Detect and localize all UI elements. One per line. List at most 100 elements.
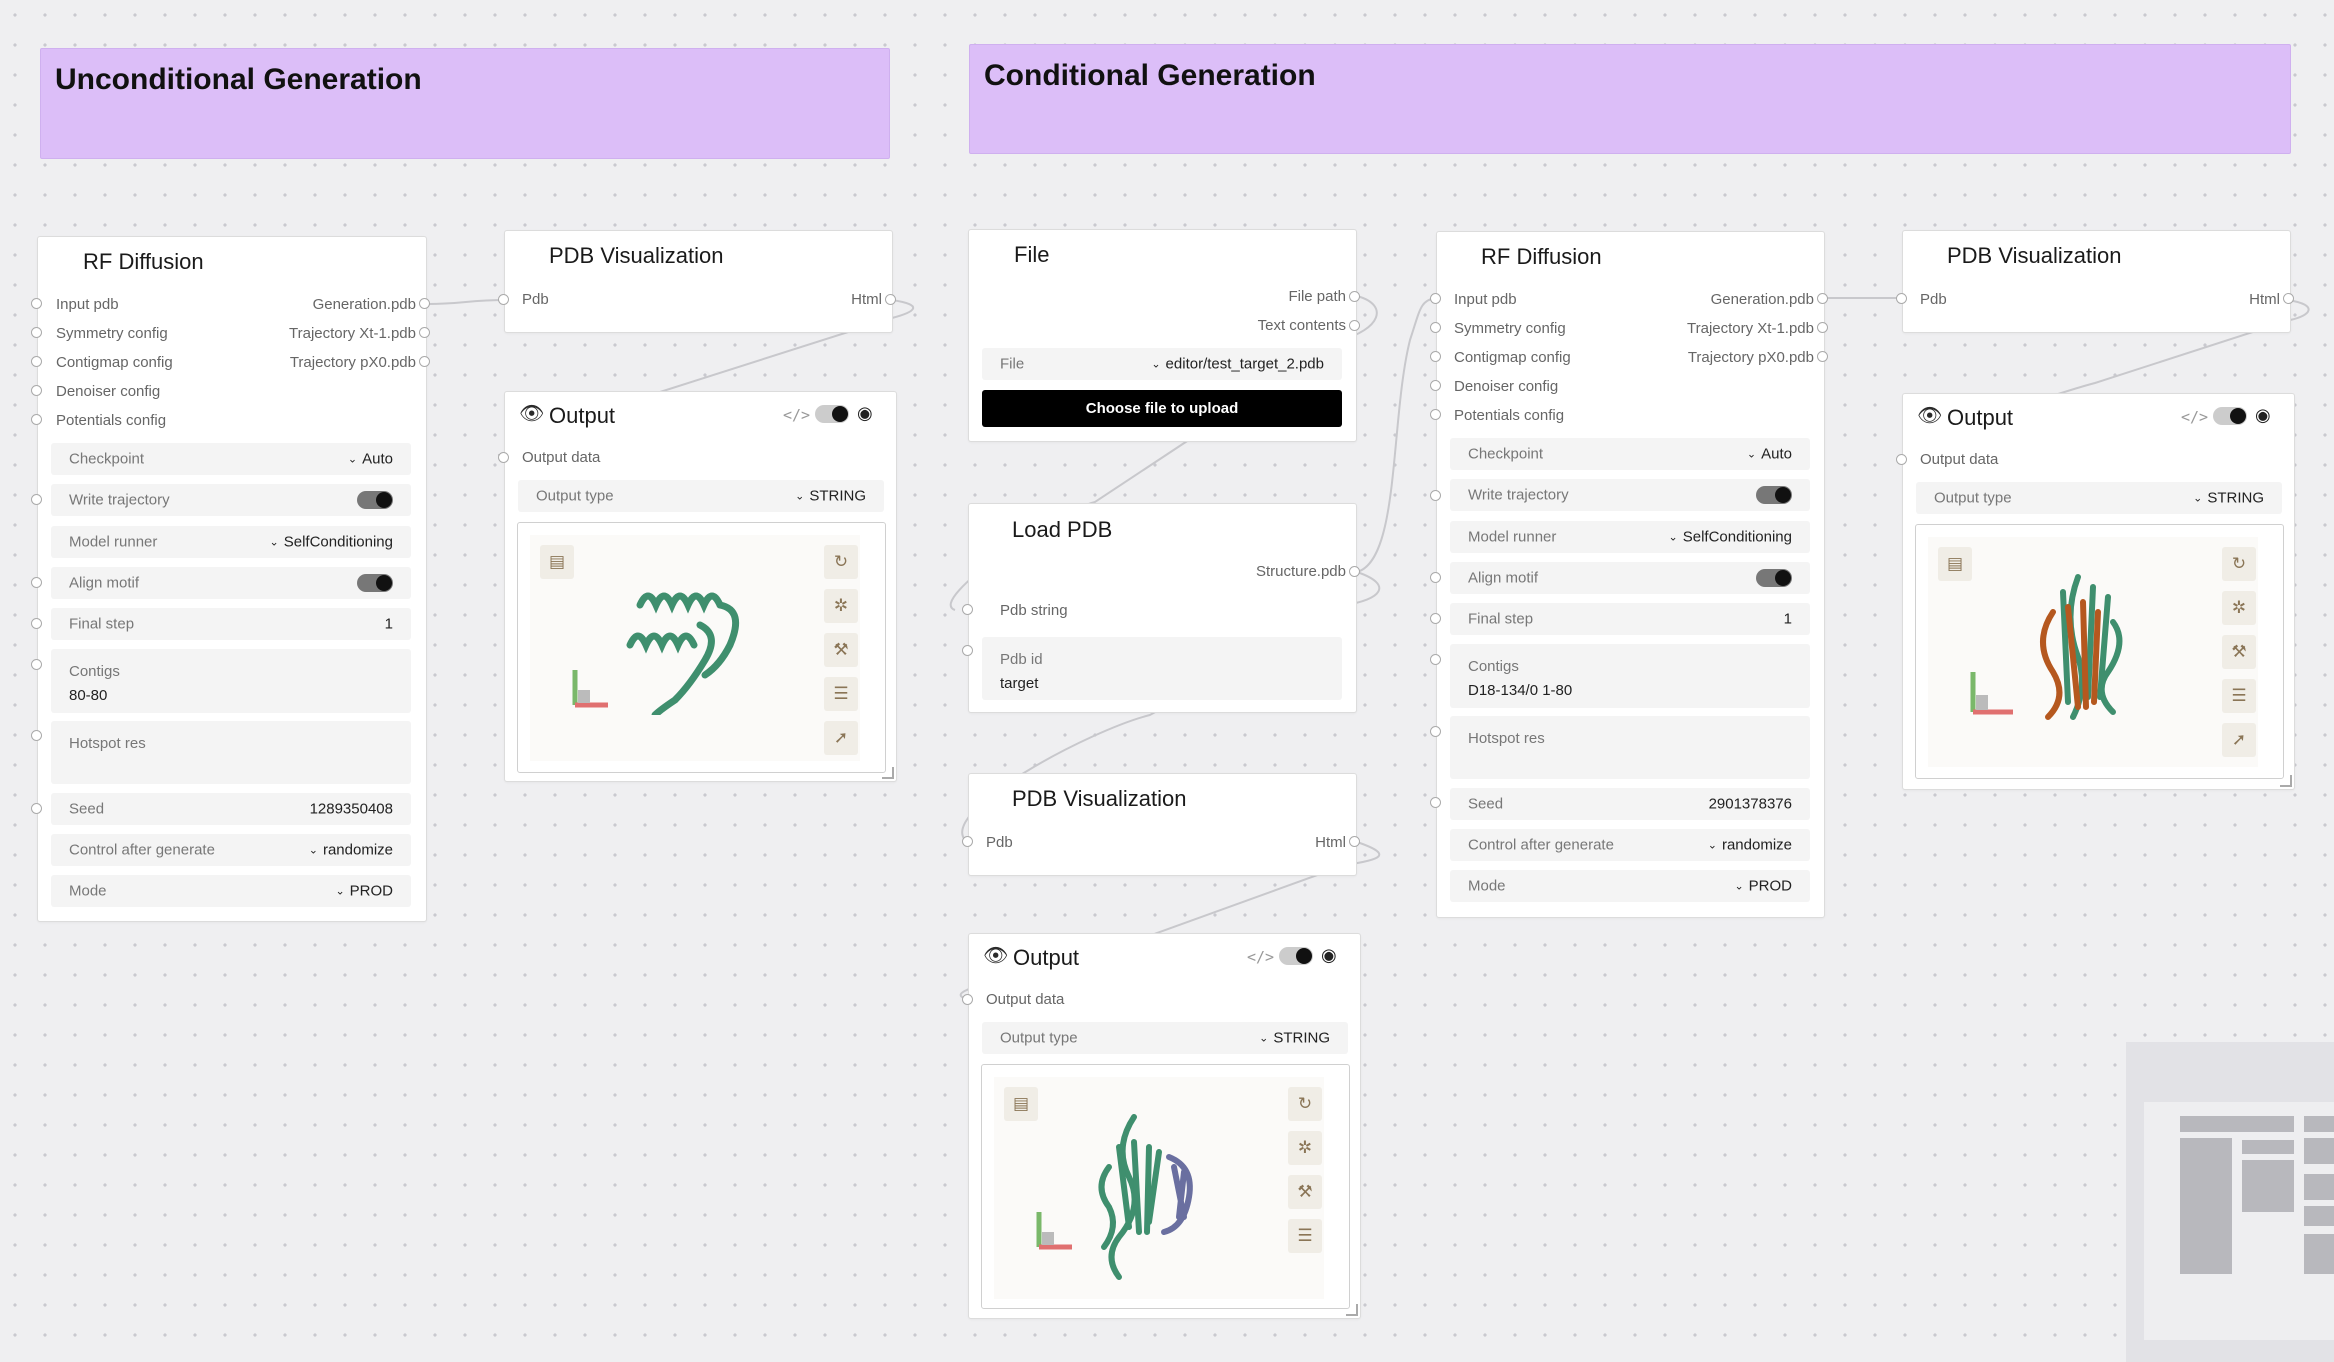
eye-icon[interactable]: ◉ [2255, 405, 2271, 426]
output-port[interactable] [1817, 322, 1828, 333]
input-port[interactable] [31, 494, 42, 505]
align-motif-toggle[interactable]: Align motif [1450, 562, 1810, 594]
molecule-viewer[interactable]: ▤ ↻ ✲ ⚒ ☰ ➚ [1915, 524, 2284, 779]
hotspot-res-input[interactable]: Hotspot res [51, 721, 411, 784]
output-node[interactable]: 👁 Output </> ◉ Output data Output type ⌄… [504, 391, 897, 782]
output-type-select[interactable]: Output type ⌄ STRING [518, 480, 884, 512]
pdb-visualization-node[interactable]: PDB Visualization Pdb Html [968, 773, 1357, 876]
input-port[interactable] [1430, 351, 1441, 362]
wrench-icon[interactable]: ⚒ [2222, 635, 2256, 669]
output-port[interactable] [419, 298, 430, 309]
refresh-icon[interactable]: ↻ [824, 545, 858, 579]
refresh-icon[interactable]: ↻ [1288, 1087, 1322, 1121]
group-conditional[interactable]: Conditional Generation [969, 44, 2291, 154]
code-icon[interactable]: </> [2181, 408, 2208, 426]
screenshot-icon[interactable]: ▤ [1938, 547, 1972, 581]
input-port[interactable] [1430, 490, 1441, 501]
input-port[interactable] [31, 730, 42, 741]
resize-handle[interactable] [882, 767, 894, 779]
output-port[interactable] [1349, 836, 1360, 847]
write-trajectory-toggle[interactable]: Write trajectory [51, 484, 411, 516]
input-port[interactable] [1430, 322, 1441, 333]
output-port[interactable] [419, 327, 430, 338]
sliders-icon[interactable]: ☰ [1288, 1219, 1322, 1253]
write-trajectory-toggle[interactable]: Write trajectory [1450, 479, 1810, 511]
resize-handle[interactable] [2280, 775, 2292, 787]
sliders-icon[interactable]: ☰ [2222, 679, 2256, 713]
pdb-id-input[interactable]: Pdb id target [982, 637, 1342, 700]
contigs-input[interactable]: Contigs 80-80 [51, 649, 411, 713]
eye-icon[interactable]: ◉ [1321, 945, 1337, 966]
seed-input[interactable]: Seed 2901378376 [1450, 788, 1810, 820]
output-port[interactable] [1349, 291, 1360, 302]
output-node[interactable]: 👁 Output </> ◉ Output data Output type ⌄… [1902, 393, 2295, 790]
file-select[interactable]: File ⌄ editor/test_target_2.pdb [982, 348, 1342, 380]
hotspot-res-input[interactable]: Hotspot res [1450, 716, 1810, 779]
input-port[interactable] [31, 298, 42, 309]
checkpoint-select[interactable]: Checkpoint ⌄ Auto [51, 443, 411, 475]
model-runner-select[interactable]: Model runner ⌄ SelfConditioning [51, 526, 411, 558]
input-port[interactable] [1430, 726, 1441, 737]
screenshot-icon[interactable]: ▤ [540, 545, 574, 579]
checkpoint-select[interactable]: Checkpoint ⌄ Auto [1450, 438, 1810, 470]
resize-handle[interactable] [1346, 1304, 1358, 1316]
output-node[interactable]: 👁 Output </> ◉ Output data Output type ⌄… [968, 933, 1361, 1319]
sliders-icon[interactable]: ☰ [824, 677, 858, 711]
code-icon[interactable]: </> [783, 406, 810, 424]
molecule-viewer[interactable]: ▤ ↻ ✲ ⚒ ☰ ➚ [517, 522, 886, 773]
input-port[interactable] [962, 836, 973, 847]
input-port[interactable] [1430, 380, 1441, 391]
output-port[interactable] [1349, 320, 1360, 331]
input-port[interactable] [962, 994, 973, 1005]
control-after-generate-select[interactable]: Control after generate ⌄ randomize [1450, 829, 1810, 861]
contigs-input[interactable]: Contigs D18-134/0 1-80 [1450, 644, 1810, 708]
input-port[interactable] [1430, 572, 1441, 583]
input-port[interactable] [962, 604, 973, 615]
output-port[interactable] [1817, 351, 1828, 362]
input-port[interactable] [1896, 293, 1907, 304]
screenshot-icon[interactable]: ▤ [1004, 1087, 1038, 1121]
settings-icon[interactable]: ✲ [1288, 1131, 1322, 1165]
pdb-visualization-node[interactable]: PDB Visualization Pdb Html [1902, 230, 2291, 333]
mode-select[interactable]: Mode ⌄ PROD [1450, 870, 1810, 902]
rf-diffusion-node[interactable]: RF Diffusion Input pdb Symmetry config C… [1436, 231, 1825, 918]
input-port[interactable] [31, 414, 42, 425]
input-port[interactable] [1430, 797, 1441, 808]
input-port[interactable] [1896, 454, 1907, 465]
input-port[interactable] [31, 577, 42, 588]
input-port[interactable] [31, 618, 42, 629]
toggle-switch[interactable] [1756, 569, 1792, 587]
input-port[interactable] [1430, 654, 1441, 665]
input-port[interactable] [31, 803, 42, 814]
input-port[interactable] [31, 385, 42, 396]
input-port[interactable] [1430, 409, 1441, 420]
model-runner-select[interactable]: Model runner ⌄ SelfConditioning [1450, 521, 1810, 553]
final-step-input[interactable]: Final step 1 [1450, 603, 1810, 635]
pdb-visualization-node[interactable]: PDB Visualization Pdb Html [504, 230, 893, 333]
output-type-select[interactable]: Output type ⌄ STRING [982, 1022, 1348, 1054]
settings-icon[interactable]: ✲ [824, 589, 858, 623]
minimap[interactable] [2126, 1042, 2334, 1362]
input-port[interactable] [1430, 613, 1441, 624]
input-port[interactable] [31, 327, 42, 338]
file-node[interactable]: File File path Text contents File ⌄ edito… [968, 229, 1357, 442]
toggle-switch[interactable] [1756, 486, 1792, 504]
output-port[interactable] [885, 294, 896, 305]
toggle-switch[interactable] [357, 491, 393, 509]
input-port[interactable] [31, 356, 42, 367]
cursor-icon[interactable]: ➚ [2222, 723, 2256, 757]
group-unconditional[interactable]: Unconditional Generation [40, 48, 890, 159]
rf-diffusion-node[interactable]: RF Diffusion Input pdb Symmetry config C… [37, 236, 427, 922]
output-port[interactable] [419, 356, 430, 367]
input-port[interactable] [31, 659, 42, 670]
molecule-viewer[interactable]: ▤ ↻ ✲ ⚒ ☰ [981, 1064, 1350, 1309]
output-port[interactable] [2283, 293, 2294, 304]
settings-icon[interactable]: ✲ [2222, 591, 2256, 625]
toggle-switch[interactable] [1279, 947, 1313, 965]
code-icon[interactable]: </> [1247, 948, 1274, 966]
control-after-generate-select[interactable]: Control after generate ⌄ randomize [51, 834, 411, 866]
toggle-switch[interactable] [815, 405, 849, 423]
mode-select[interactable]: Mode ⌄ PROD [51, 875, 411, 907]
input-port[interactable] [498, 294, 509, 305]
toggle-switch[interactable] [357, 574, 393, 592]
